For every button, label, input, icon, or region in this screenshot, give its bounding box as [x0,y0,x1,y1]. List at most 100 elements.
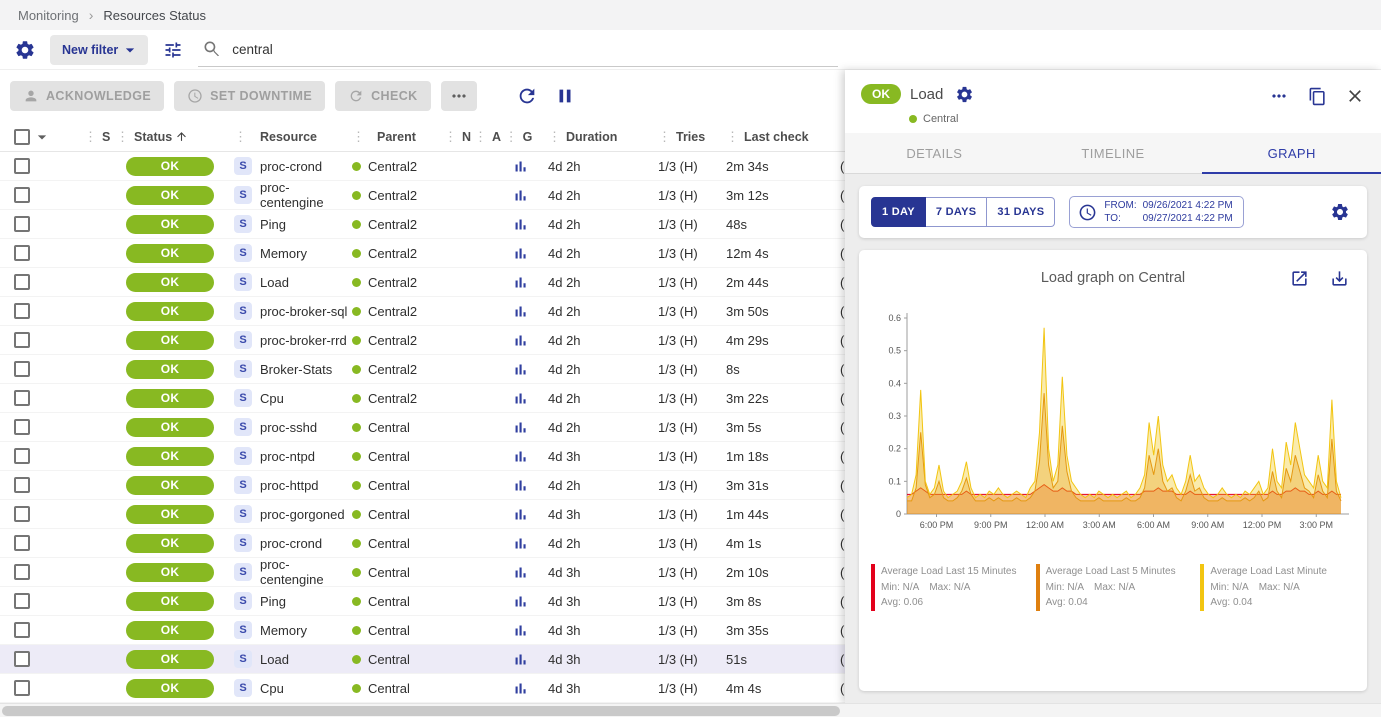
graph-icon[interactable] [512,477,529,494]
table-row[interactable]: OKSproc-crondCentral4d 2h1/3 (H)4m 1s( [0,529,845,558]
row-checkbox[interactable] [14,535,30,551]
row-checkbox[interactable] [14,448,30,464]
time-button-1-day[interactable]: 1 DAY [871,197,926,227]
table-row[interactable]: OKSproc-broker-sqlCentral24d 2h1/3 (H)3m… [0,297,845,326]
row-checkbox[interactable] [14,651,30,667]
graph-icon[interactable] [512,158,529,175]
graph-icon[interactable] [512,680,529,697]
resource-name[interactable]: proc-crond [260,536,322,551]
row-checkbox[interactable] [14,622,30,638]
resource-name[interactable]: proc-centengine [260,557,348,587]
breadcrumb-monitoring[interactable]: Monitoring [18,8,79,23]
parent-name[interactable]: Central2 [368,304,417,319]
filter-tune-icon[interactable] [158,35,188,65]
parent-name[interactable]: Central [368,507,410,522]
resource-settings-gear-icon[interactable] [952,82,976,106]
open-graph-button[interactable] [1287,266,1311,290]
parent-name[interactable]: Central2 [368,362,417,377]
row-checkbox[interactable] [14,245,30,261]
column-header-severity[interactable]: ⋮S [64,122,110,151]
more-actions-button[interactable] [441,81,477,111]
time-button-31-days[interactable]: 31 DAYS [987,197,1055,227]
parent-name[interactable]: Central [368,652,410,667]
table-row[interactable]: OKSLoadCentral4d 3h1/3 (H)51s( [0,645,845,674]
graph-settings-gear-icon[interactable] [1325,197,1355,227]
new-filter-button[interactable]: New filter [50,35,148,65]
breadcrumb-resources-status[interactable]: Resources Status [103,8,206,23]
table-row[interactable]: OKSPingCentral4d 3h1/3 (H)3m 8s( [0,587,845,616]
resource-name[interactable]: Cpu [260,391,284,406]
parent-name[interactable]: Central2 [368,188,417,203]
resource-name[interactable]: Load [260,275,289,290]
graph-icon[interactable] [512,506,529,523]
graph-icon[interactable] [512,245,529,262]
select-menu-caret-icon[interactable] [32,127,52,147]
parent-name[interactable]: Central2 [368,333,417,348]
table-row[interactable]: OKSproc-sshdCentral4d 2h1/3 (H)3m 5s( [0,413,845,442]
time-button-7-days[interactable]: 7 DAYS [926,197,988,227]
parent-name[interactable]: Central [368,449,410,464]
resource-name[interactable]: Memory [260,623,307,638]
graph-icon[interactable] [512,216,529,233]
resource-name[interactable]: proc-centengine [260,180,348,210]
table-row[interactable]: OKSproc-broker-rrdCentral24d 2h1/3 (H)4m… [0,326,845,355]
legend-item[interactable]: Average Load Last 5 MinutesMin: N/AMax: … [1036,564,1191,611]
parent-name[interactable]: Central [368,594,410,609]
row-checkbox[interactable] [14,274,30,290]
row-checkbox[interactable] [14,477,30,493]
column-header-duration[interactable]: ⋮Duration [536,122,654,151]
column-header-resource[interactable]: ⋮Resource [230,122,348,151]
set-downtime-button[interactable]: SET DOWNTIME [174,81,325,111]
row-checkbox[interactable] [14,564,30,580]
table-row[interactable]: OKSproc-gorgonedCentral4d 3h1/3 (H)1m 44… [0,500,845,529]
graph-icon[interactable] [512,622,529,639]
row-checkbox[interactable] [14,361,30,377]
graph-icon[interactable] [512,303,529,320]
column-header-graph[interactable]: ⋮G [504,122,536,151]
parent-name[interactable]: Central2 [368,391,417,406]
resource-name[interactable]: proc-broker-rrd [260,333,347,348]
resource-name[interactable]: Cpu [260,681,284,696]
graph-icon[interactable] [512,390,529,407]
resource-name[interactable]: proc-gorgoned [260,507,345,522]
column-header-select[interactable] [0,122,64,151]
row-checkbox[interactable] [14,680,30,696]
graph-icon[interactable] [512,187,529,204]
date-range-chip[interactable]: FROM: 09/26/2021 4:22 PM TO: 09/27/2021 … [1069,196,1243,228]
column-header-status[interactable]: ⋮Status [110,122,230,151]
table-row[interactable]: OKSCpuCentral4d 3h1/3 (H)4m 4s( [0,674,845,703]
table-row[interactable]: OKSproc-centengineCentral4d 3h1/3 (H)2m … [0,558,845,587]
table-row[interactable]: OKSMemoryCentral24d 2h1/3 (H)12m 4s( [0,239,845,268]
row-checkbox[interactable] [14,593,30,609]
resource-name[interactable]: proc-broker-sql [260,304,347,319]
column-header-action[interactable]: ⋮A [474,122,504,151]
download-graph-button[interactable] [1327,266,1351,290]
refresh-button[interactable] [513,82,541,110]
row-checkbox[interactable] [14,303,30,319]
load-graph[interactable]: 00.10.20.30.40.50.66:00 PM9:00 PM12:00 A… [871,306,1355,552]
graph-icon[interactable] [512,274,529,291]
graph-icon[interactable] [512,593,529,610]
column-header-notes[interactable]: ⋮N [444,122,474,151]
table-row[interactable]: OKSproc-ntpdCentral4d 3h1/3 (H)1m 18s( [0,442,845,471]
row-checkbox[interactable] [14,390,30,406]
resource-name[interactable]: Broker-Stats [260,362,332,377]
row-checkbox[interactable] [14,216,30,232]
panel-more-button[interactable] [1265,82,1293,110]
row-checkbox[interactable] [14,506,30,522]
tab-timeline[interactable]: TIMELINE [1024,133,1203,173]
parent-name[interactable]: Central [368,478,410,493]
filter-settings-gear-icon[interactable] [10,35,40,65]
resource-name[interactable]: proc-httpd [260,478,319,493]
graph-icon[interactable] [512,419,529,436]
close-panel-button[interactable] [1341,82,1369,110]
resource-name[interactable]: proc-crond [260,159,322,174]
graph-icon[interactable] [512,564,529,581]
row-checkbox[interactable] [14,419,30,435]
table-row[interactable]: OKSproc-centengineCentral24d 2h1/3 (H)3m… [0,181,845,210]
legend-item[interactable]: Average Load Last 15 MinutesMin: N/AMax:… [871,564,1026,611]
parent-name[interactable]: Central2 [368,246,417,261]
copy-link-button[interactable] [1303,82,1331,110]
parent-name[interactable]: Central [368,420,410,435]
tab-details[interactable]: DETAILS [845,133,1024,173]
